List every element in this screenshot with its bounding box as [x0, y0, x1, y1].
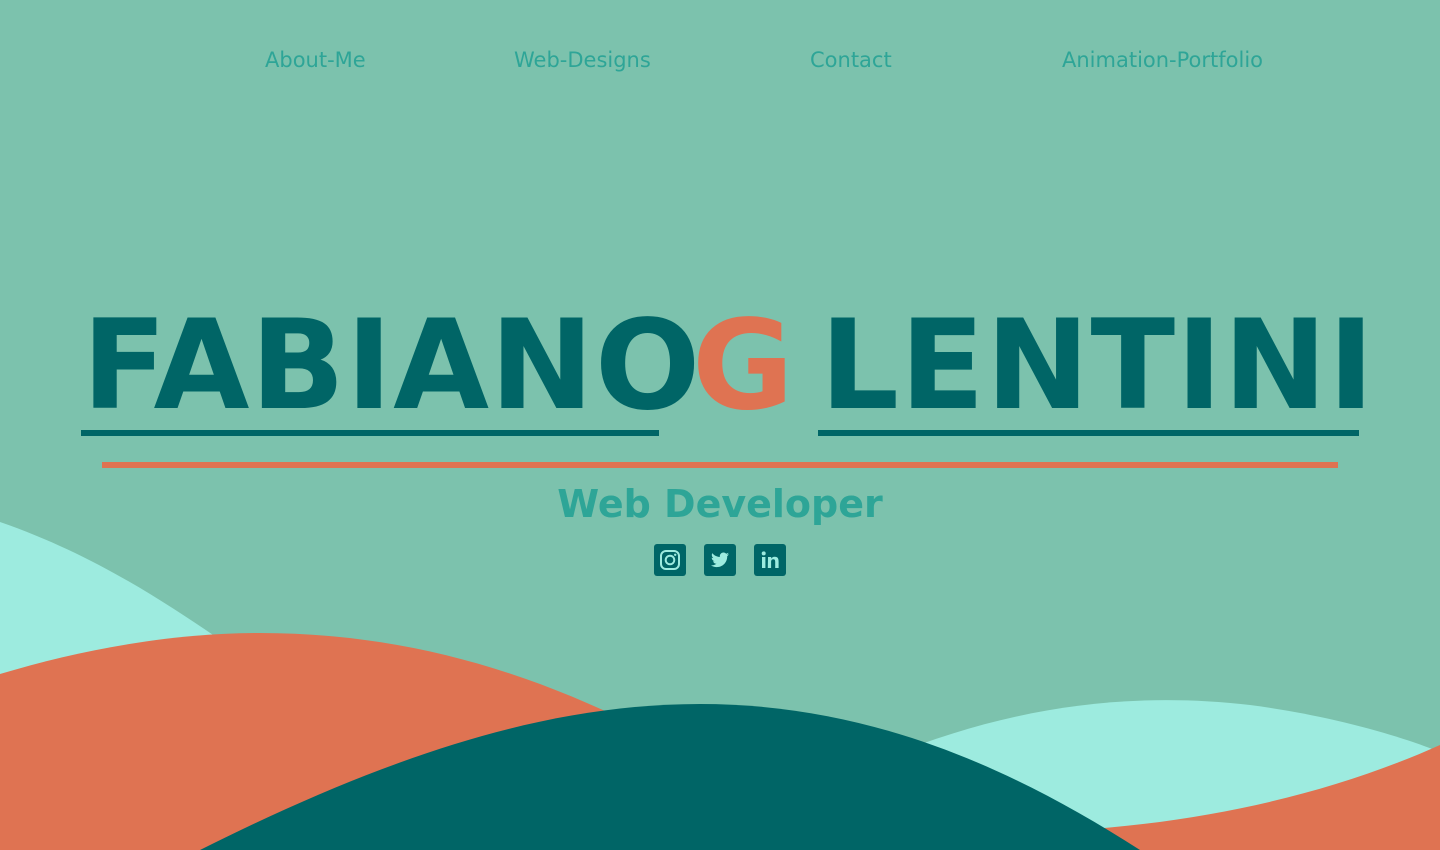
last-name-underline	[818, 430, 1359, 436]
orange-divider	[102, 462, 1338, 468]
main-nav: About-Me Web-Designs Contact Animation-P…	[0, 42, 1440, 82]
nav-web-designs[interactable]: Web-Designs	[514, 42, 651, 78]
hero-name: FABIANO G LENTINI	[80, 294, 1374, 440]
nav-about-me[interactable]: About-Me	[265, 42, 366, 78]
linkedin-icon	[761, 551, 779, 568]
social-links	[654, 544, 794, 576]
instagram-link[interactable]	[654, 544, 686, 576]
linkedin-link[interactable]	[754, 544, 786, 576]
nav-animation-portfolio[interactable]: Animation-Portfolio	[1062, 42, 1263, 78]
first-name: FABIANO	[82, 294, 702, 438]
middle-initial: G	[692, 294, 795, 438]
last-name: LENTINI	[820, 294, 1376, 438]
instagram-icon	[660, 550, 680, 570]
first-name-underline	[81, 430, 659, 436]
page: About-Me Web-Designs Contact Animation-P…	[0, 0, 1440, 850]
nav-contact[interactable]: Contact	[810, 42, 892, 78]
hero-subtitle: Web Developer	[557, 482, 883, 526]
twitter-link[interactable]	[704, 544, 736, 576]
twitter-icon	[711, 552, 729, 568]
